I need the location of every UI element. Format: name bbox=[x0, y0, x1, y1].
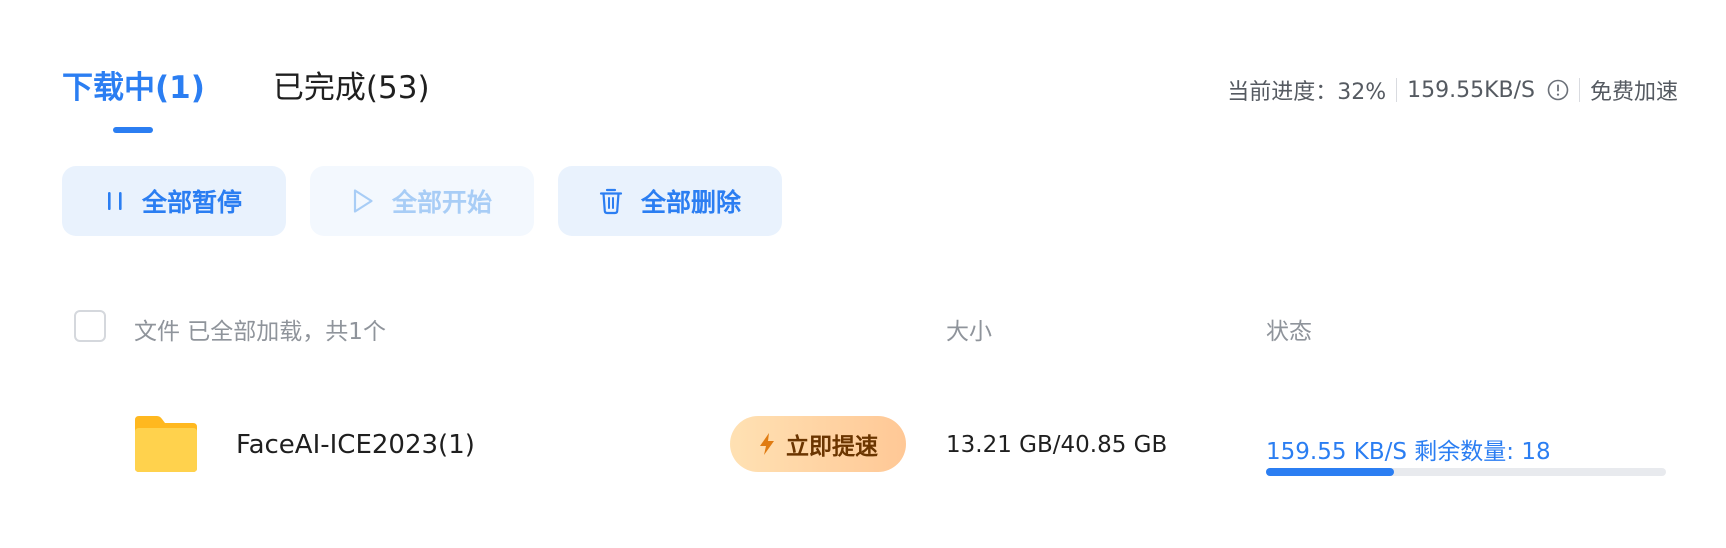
download-tabs: 下载中(1) 已完成(53) bbox=[62, 62, 430, 133]
bulk-actions: 全部暂停 全部开始 全部删除 bbox=[62, 166, 806, 236]
list-item[interactable]: FaceAI-ICE2023(1) 立即提速 13.21 GB/40.85 GB… bbox=[0, 400, 1726, 490]
start-all-button[interactable]: 全部开始 bbox=[310, 166, 534, 236]
overall-speed-text: 159.55KB/S bbox=[1407, 77, 1535, 103]
lightning-icon bbox=[758, 432, 776, 456]
file-name[interactable]: FaceAI-ICE2023(1) bbox=[236, 430, 475, 460]
progress-bar-fill bbox=[1266, 468, 1394, 476]
status-column-header: 状态 bbox=[1266, 319, 1312, 345]
tab-downloading-label: 下载中(1) bbox=[62, 70, 205, 106]
folder-icon bbox=[131, 414, 201, 474]
download-status-bar: 当前进度：32% 159.55KB/S 免费加速 bbox=[1227, 74, 1678, 106]
overall-progress-text: 当前进度：32% bbox=[1227, 80, 1387, 105]
start-all-label: 全部开始 bbox=[391, 188, 492, 217]
progress-bar bbox=[1266, 468, 1666, 476]
play-icon bbox=[352, 188, 374, 214]
tab-completed-label: 已完成(53) bbox=[272, 70, 430, 106]
delete-all-label: 全部删除 bbox=[640, 188, 741, 217]
boost-now-label: 立即提速 bbox=[786, 434, 878, 460]
file-status: 159.55 KB/S 剩余数量: 18 bbox=[1266, 439, 1551, 465]
pause-all-button[interactable]: 全部暂停 bbox=[62, 166, 286, 236]
free-boost-link[interactable]: 免费加速 bbox=[1590, 74, 1678, 106]
divider bbox=[1396, 78, 1398, 102]
size-column-header: 大小 bbox=[946, 319, 992, 345]
active-tab-indicator bbox=[113, 127, 154, 133]
delete-all-button[interactable]: 全部删除 bbox=[558, 166, 782, 236]
tab-downloading[interactable]: 下载中(1) bbox=[62, 62, 205, 133]
select-all-checkbox[interactable] bbox=[74, 310, 106, 342]
boost-now-button[interactable]: 立即提速 bbox=[730, 416, 906, 472]
divider bbox=[1578, 78, 1580, 102]
list-header: 文件 已全部加载，共1个 大小 状态 bbox=[74, 308, 1674, 345]
trash-icon bbox=[599, 187, 623, 215]
tab-completed[interactable]: 已完成(53) bbox=[273, 62, 430, 133]
pause-icon bbox=[106, 190, 124, 212]
file-size: 13.21 GB/40.85 GB bbox=[946, 432, 1168, 458]
info-circle-icon[interactable] bbox=[1547, 79, 1569, 101]
pause-all-label: 全部暂停 bbox=[141, 188, 242, 217]
file-column-header: 文件 已全部加载，共1个 bbox=[134, 319, 386, 345]
